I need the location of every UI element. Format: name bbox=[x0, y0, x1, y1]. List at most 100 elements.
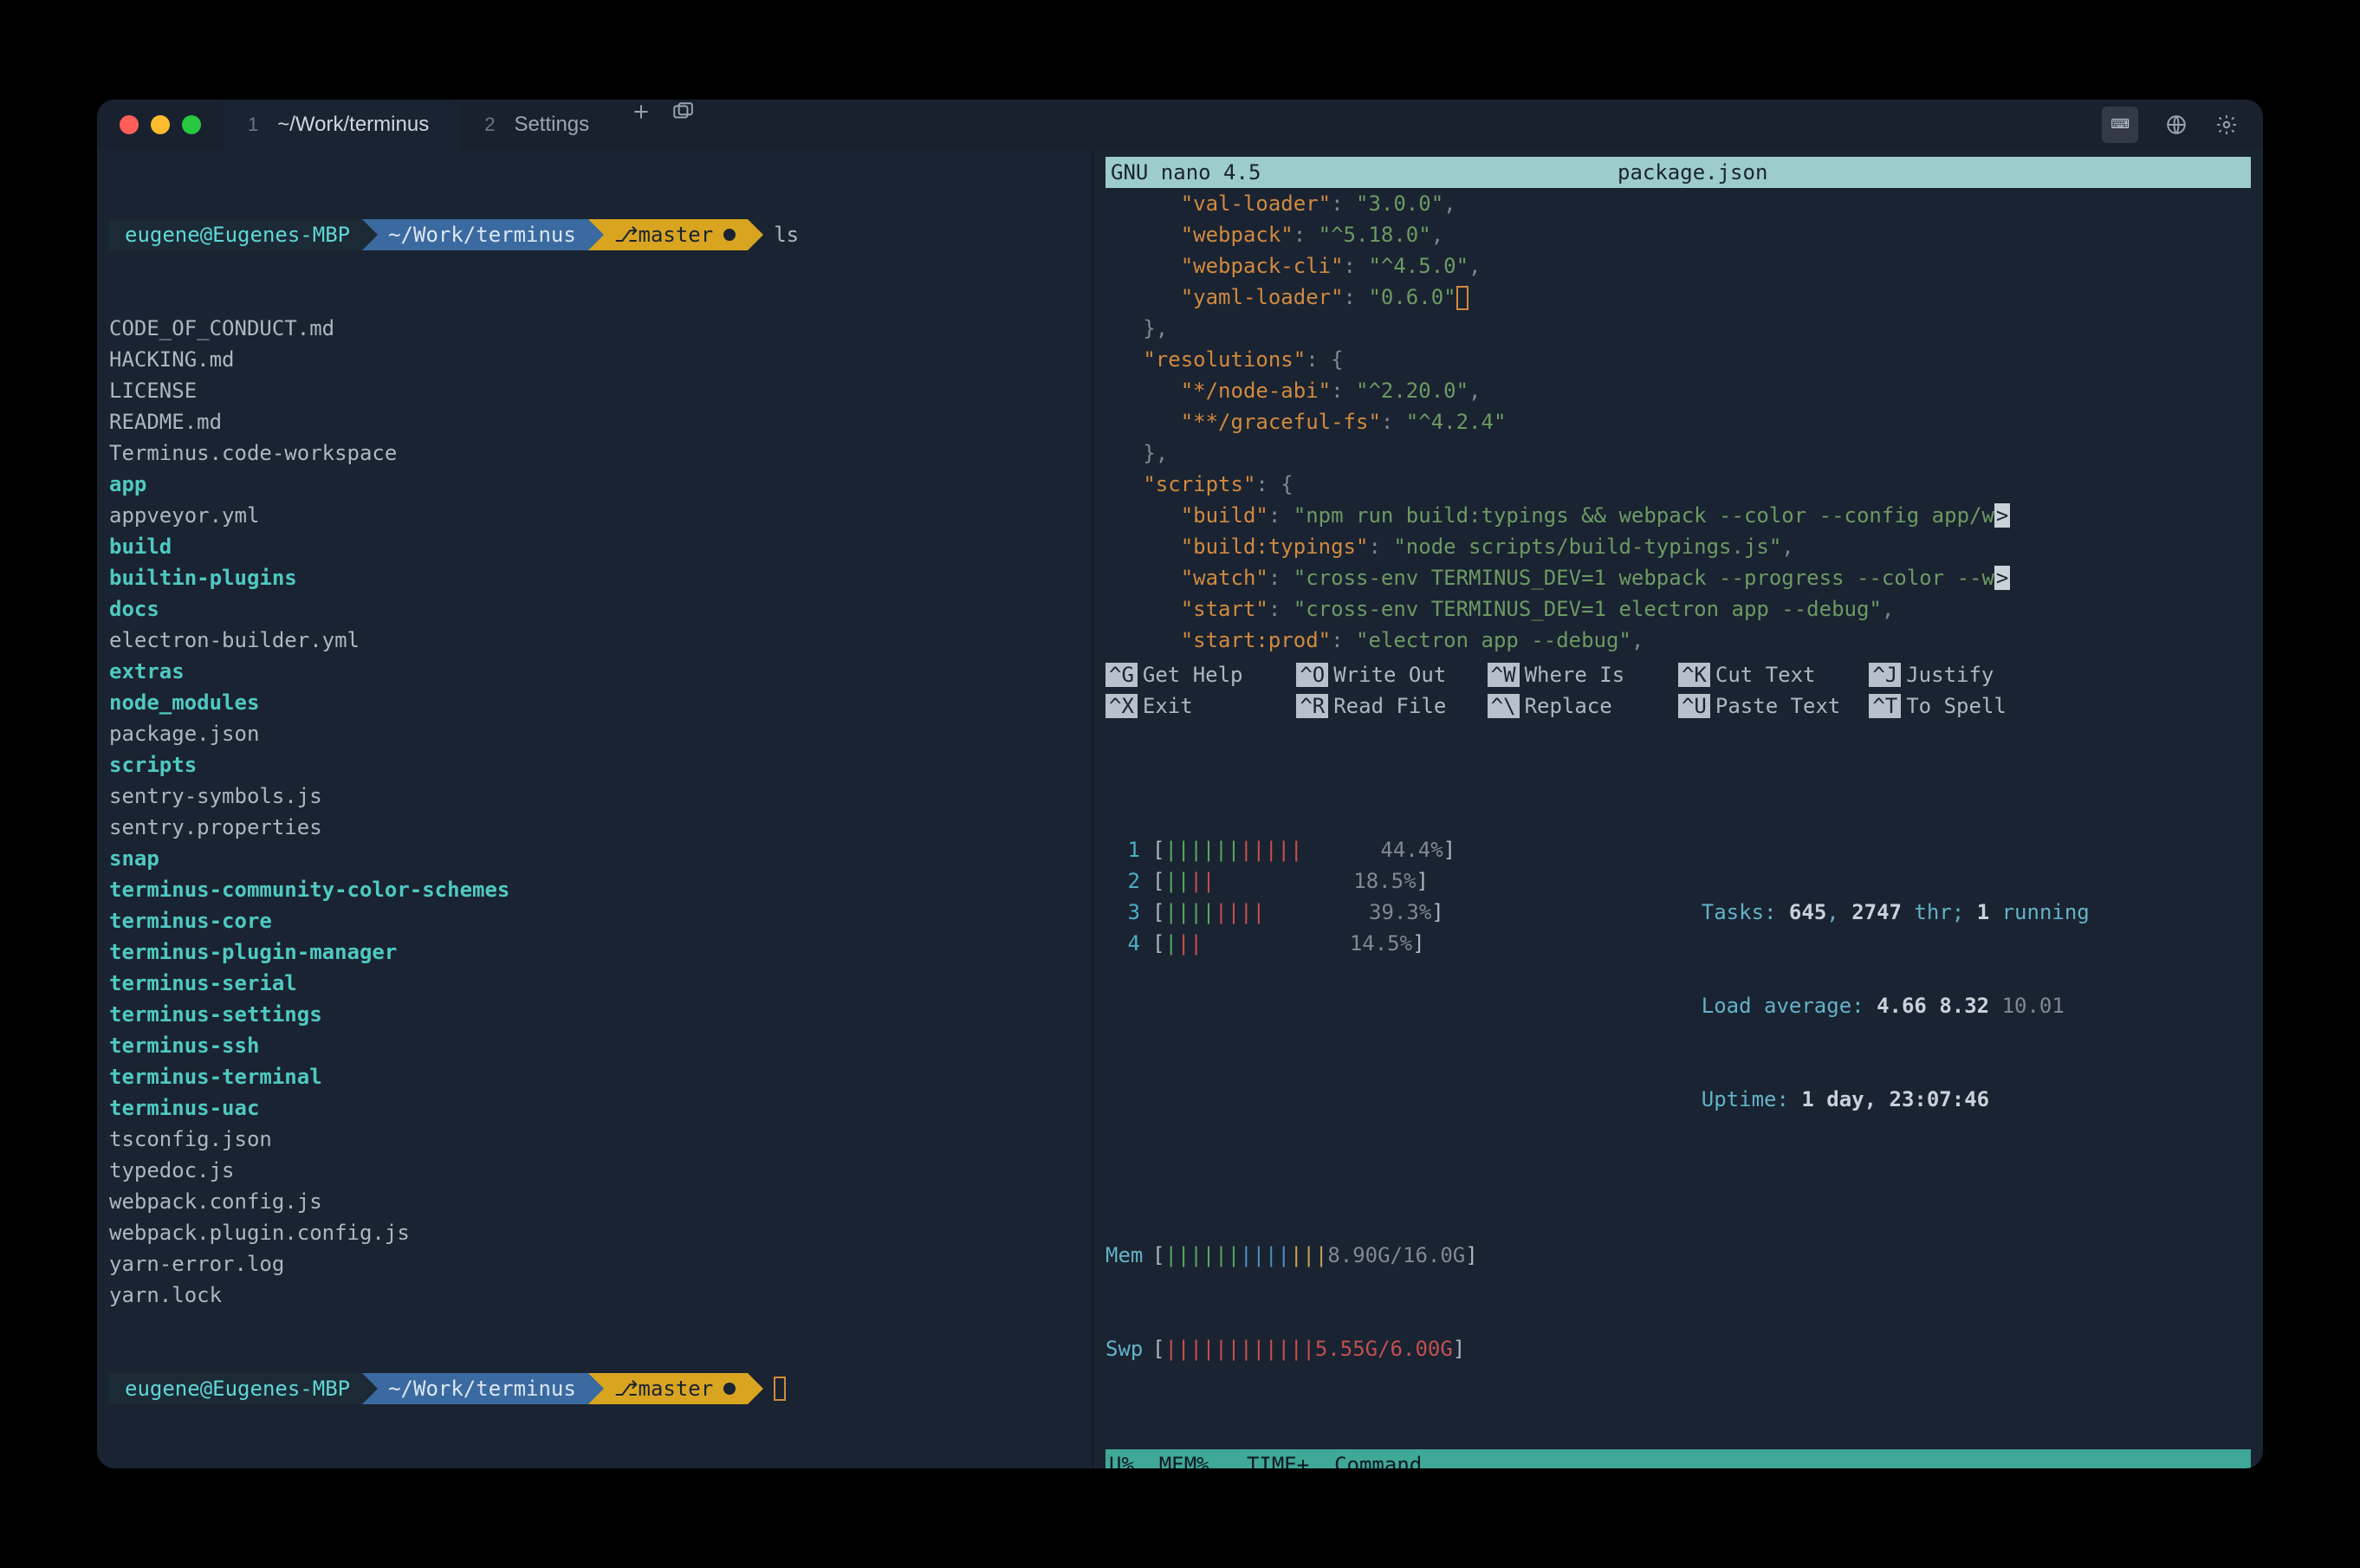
keyboard-badge-icon[interactable]: ⌨ bbox=[2102, 107, 2138, 143]
cpu-meter: 1[|||||||||||44.4%] bbox=[1105, 834, 1667, 865]
swp-meter: Swp[||||||||||||5.55G/6.00G] bbox=[1105, 1333, 2251, 1364]
shell-prompt: eugene@Eugenes-MBP ~/Work/terminus ⎇ mas… bbox=[109, 219, 1080, 250]
cpu-meters: 1[|||||||||||44.4%]2[||||18.5%]3[|||||||… bbox=[1105, 834, 1667, 1177]
window-controls bbox=[97, 115, 224, 134]
nano-line: "start": "cross-env TERMINUS_DEV=1 elect… bbox=[1105, 593, 2251, 625]
nano-line: "yaml-loader": "0.6.0" bbox=[1105, 282, 2251, 313]
nano-line: "webpack-cli": "^4.5.0", bbox=[1105, 250, 2251, 282]
nano-line: "**/graceful-fs": "^4.2.4" bbox=[1105, 406, 2251, 437]
new-tab-button[interactable] bbox=[629, 100, 653, 124]
ls-entry: terminus-serial bbox=[109, 968, 1080, 999]
ls-entry: webpack.plugin.config.js bbox=[109, 1217, 1080, 1248]
ls-output: CODE_OF_CONDUCT.mdHACKING.mdLICENSEREADM… bbox=[109, 313, 1080, 1311]
git-branch-icon: ⎇ bbox=[614, 219, 639, 250]
htop-summary: Tasks: 645, 2747 thr; 1 running Load ave… bbox=[1702, 834, 2090, 1177]
ls-entry: builtin-plugins bbox=[109, 562, 1080, 593]
nano-editor-body[interactable]: "val-loader": "3.0.0", "webpack": "^5.18… bbox=[1105, 188, 2251, 656]
ls-entry: README.md bbox=[109, 406, 1080, 437]
nano-shortcut: ^KCut Text bbox=[1678, 659, 1869, 690]
nano-line: }, bbox=[1105, 437, 2251, 469]
maximize-window-button[interactable] bbox=[182, 115, 201, 134]
minimize-window-button[interactable] bbox=[151, 115, 170, 134]
ls-entry: docs bbox=[109, 593, 1080, 625]
prompt-host: eugene@Eugenes-MBP bbox=[109, 219, 362, 250]
right-terminal-pane[interactable]: GNU nano 4.5 package.json "val-loader": … bbox=[1093, 150, 2263, 1468]
prompt-git-branch: ⎇ master bbox=[588, 1373, 748, 1404]
tab-1[interactable]: 1 ~/Work/terminus bbox=[224, 100, 460, 150]
ls-entry: terminus-core bbox=[109, 905, 1080, 936]
ls-entry: LICENSE bbox=[109, 375, 1080, 406]
nano-line: "build:typings": "node scripts/build-typ… bbox=[1105, 531, 2251, 562]
ls-entry: Terminus.code-workspace bbox=[109, 437, 1080, 469]
settings-gear-icon[interactable] bbox=[2214, 113, 2239, 137]
nano-shortcut: ^XExit bbox=[1105, 690, 1296, 722]
nano-shortcut bbox=[2060, 659, 2251, 690]
ls-entry: appveyor.yml bbox=[109, 500, 1080, 531]
titlebar-actions: ⌨ bbox=[2078, 107, 2263, 143]
htop-meters: 1[|||||||||||44.4%]2[||||18.5%]3[|||||||… bbox=[1105, 772, 2251, 1427]
nano-shortcut-bar: ^GGet Help^OWrite Out^WWhere Is^KCut Tex… bbox=[1105, 659, 2251, 722]
globe-icon[interactable] bbox=[2164, 113, 2188, 137]
cpu-meter: 2[||||18.5%] bbox=[1105, 865, 1667, 897]
tab-index: 1 bbox=[248, 109, 258, 140]
prompt-host: eugene@Eugenes-MBP bbox=[109, 1373, 362, 1404]
ls-entry: terminus-ssh bbox=[109, 1030, 1080, 1061]
nano-line: }, bbox=[1105, 313, 2251, 344]
ls-entry: terminus-community-color-schemes bbox=[109, 874, 1080, 905]
ls-entry: extras bbox=[109, 656, 1080, 687]
split-pane-button[interactable] bbox=[671, 100, 695, 124]
git-branch-icon: ⎇ bbox=[614, 1373, 639, 1404]
nano-shortcut: ^TTo Spell bbox=[1869, 690, 2059, 722]
nano-line: "resolutions": { bbox=[1105, 344, 2251, 375]
nano-line: "build": "npm run build:typings && webpa… bbox=[1105, 500, 2251, 531]
ls-entry: node_modules bbox=[109, 687, 1080, 718]
prompt-git-branch: ⎇ master bbox=[588, 219, 748, 250]
ls-entry: terminus-plugin-manager bbox=[109, 936, 1080, 968]
tab-label: ~/Work/terminus bbox=[277, 109, 429, 140]
ls-entry: terminus-terminal bbox=[109, 1061, 1080, 1092]
htop-columns-header[interactable]: U% MEM% TIME+ Command bbox=[1105, 1449, 2251, 1468]
tab-2[interactable]: 2 Settings bbox=[460, 100, 620, 150]
nano-shortcut bbox=[2060, 690, 2251, 722]
ls-entry: scripts bbox=[109, 749, 1080, 781]
nano-filename: package.json bbox=[1261, 157, 2124, 188]
ls-entry: snap bbox=[109, 843, 1080, 874]
left-terminal-pane[interactable]: eugene@Eugenes-MBP ~/Work/terminus ⎇ mas… bbox=[97, 150, 1093, 1468]
shell-prompt: eugene@Eugenes-MBP ~/Work/terminus ⎇ mas… bbox=[109, 1373, 1080, 1404]
ls-entry: package.json bbox=[109, 718, 1080, 749]
ls-entry: terminus-uac bbox=[109, 1092, 1080, 1124]
mem-meter: Mem[|||||||||||||8.90G/16.0G] bbox=[1105, 1240, 2251, 1271]
ls-entry: CODE_OF_CONDUCT.md bbox=[109, 313, 1080, 344]
nano-line: "scripts": { bbox=[1105, 469, 2251, 500]
ls-entry: yarn-error.log bbox=[109, 1248, 1080, 1280]
nano-header: GNU nano 4.5 package.json bbox=[1105, 157, 2251, 188]
git-dirty-dot-icon bbox=[723, 229, 736, 241]
nano-shortcut: ^UPaste Text bbox=[1678, 690, 1869, 722]
nano-shortcut: ^RRead File bbox=[1296, 690, 1487, 722]
ls-entry: tsconfig.json bbox=[109, 1124, 1080, 1155]
ls-entry: yarn.lock bbox=[109, 1280, 1080, 1311]
ls-entry: electron-builder.yml bbox=[109, 625, 1080, 656]
titlebar: 1 ~/Work/terminus 2 Settings ⌨ bbox=[97, 100, 2263, 150]
tab-index: 2 bbox=[484, 109, 495, 140]
prompt-path: ~/Work/terminus bbox=[362, 1373, 588, 1404]
tabs-bar: 1 ~/Work/terminus 2 Settings bbox=[224, 100, 2078, 150]
nano-line: "watch": "cross-env TERMINUS_DEV=1 webpa… bbox=[1105, 562, 2251, 593]
cursor-icon bbox=[774, 1377, 786, 1401]
nano-line: "*/node-abi": "^2.20.0", bbox=[1105, 375, 2251, 406]
nano-line: "webpack": "^5.18.0", bbox=[1105, 219, 2251, 250]
prompt-path: ~/Work/terminus bbox=[362, 219, 588, 250]
cpu-meter: 4[|||14.5%] bbox=[1105, 928, 1667, 959]
cpu-meter: 3[||||||||39.3%] bbox=[1105, 897, 1667, 928]
ls-entry: typedoc.js bbox=[109, 1155, 1080, 1186]
terminal-panes: eugene@Eugenes-MBP ~/Work/terminus ⎇ mas… bbox=[97, 150, 2263, 1468]
close-window-button[interactable] bbox=[120, 115, 139, 134]
nano-shortcut: ^OWrite Out bbox=[1296, 659, 1487, 690]
ls-entry: sentry.properties bbox=[109, 812, 1080, 843]
nano-version: GNU nano 4.5 bbox=[1111, 157, 1261, 188]
app-window: 1 ~/Work/terminus 2 Settings ⌨ bbox=[97, 100, 2263, 1468]
ls-entry: HACKING.md bbox=[109, 344, 1080, 375]
nano-line: "val-loader": "3.0.0", bbox=[1105, 188, 2251, 219]
ls-entry: build bbox=[109, 531, 1080, 562]
ls-entry: app bbox=[109, 469, 1080, 500]
